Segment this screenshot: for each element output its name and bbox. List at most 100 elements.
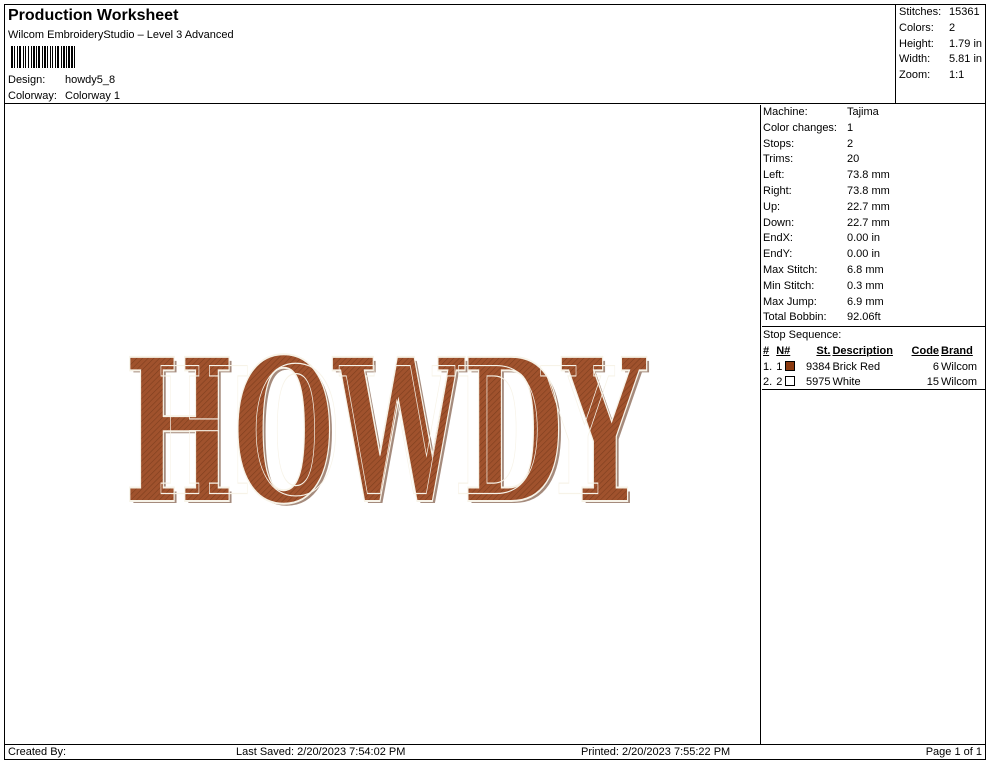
stop-brand: Wilcom [941, 375, 978, 388]
stop-sequence-table: # N# St. Description Code Brand 1. 1 938… [762, 343, 985, 389]
detail-label: Right: [763, 184, 792, 197]
detail-row: Stops: 2 [762, 137, 985, 153]
summary-value: 1.79 in [949, 37, 983, 50]
detail-row: Up: 22.7 mm [762, 200, 985, 216]
detail-label: EndX: [763, 232, 793, 245]
detail-value: 6.9 mm [847, 295, 884, 308]
needle-number: 2 [776, 375, 783, 388]
table-row: 2. 2 5975 White 15 Wilcom [762, 374, 985, 389]
detail-label: Color changes: [763, 121, 837, 134]
colorway-row: Colorway: Colorway 1 [8, 90, 120, 102]
software-name: Wilcom EmbroideryStudio – Level 3 Advanc… [8, 29, 234, 41]
detail-row: Down: 22.7 mm [762, 216, 985, 232]
col-header-brand: Brand [941, 345, 973, 358]
detail-label: Left: [763, 169, 785, 182]
detail-row: Right: 73.8 mm [762, 184, 985, 200]
detail-label: EndY: [763, 248, 793, 261]
detail-row: Total Bobbin: 92.06ft [762, 310, 985, 326]
detail-value: 2 [847, 137, 854, 150]
worksheet-footer: Created By: Last Saved: 2/20/2023 7:54:0… [5, 744, 985, 760]
summary-row: Stitches: 15361 [899, 5, 985, 21]
detail-label: Machine: [763, 106, 808, 118]
stop-description: Brick Red [832, 360, 881, 373]
created-by: Created By: [8, 746, 67, 758]
summary-label: Height: [899, 37, 934, 50]
detail-value: 0.3 mm [847, 279, 884, 292]
detail-label: Total Bobbin: [763, 311, 827, 324]
colorway-label: Colorway: [8, 90, 57, 102]
detail-value: 73.8 mm [847, 169, 890, 182]
barcode-image [11, 46, 135, 68]
design-value: howdy5_8 [65, 74, 116, 86]
needle-number: 1 [776, 360, 783, 373]
detail-label: Trims: [763, 153, 794, 166]
embroidery-design: HOWDY HOWDY HOWDY [123, 315, 650, 549]
col-header-num: # [763, 345, 770, 358]
detail-label: Up: [763, 200, 781, 213]
stop-needle: 2 [775, 374, 800, 389]
summary-label: Stitches: [899, 6, 942, 18]
detail-label: Stops: [763, 137, 795, 150]
col-header-stitches: St. [816, 345, 831, 358]
stop-sequence-title: Stop Sequence: [762, 326, 985, 343]
detail-label: Down: [763, 216, 795, 229]
color-swatch [785, 360, 796, 371]
detail-label: Min Stitch: [763, 279, 815, 292]
summary-panel: Stitches: 15361 Colors: 2 Height: 1.79 in W… [895, 5, 985, 104]
stop-stitches: 9384 [805, 360, 831, 373]
stop-code: 15 [926, 375, 940, 388]
detail-value: 0.00 in [847, 248, 881, 261]
stop-stitches: 5975 [805, 375, 831, 388]
detail-row: Max Stitch: 6.8 mm [762, 263, 985, 279]
summary-row: Width: 5.81 in [899, 52, 985, 68]
detail-value: 22.7 mm [847, 216, 890, 229]
summary-value: 15361 [949, 6, 980, 18]
detail-value: 73.8 mm [847, 184, 890, 197]
detail-row: Trims: 20 [762, 152, 985, 168]
detail-value: 0.00 in [847, 232, 881, 245]
summary-value: 5.81 in [949, 53, 983, 66]
detail-row: Machine: Tajima [762, 105, 985, 121]
table-row: 1. 1 9384 Brick Red 6 Wilcom [762, 359, 985, 374]
page-title: Production Worksheet [8, 7, 179, 24]
detail-row: Color changes: 1 [762, 121, 985, 137]
design-name-row: Design: howdy5_8 [8, 74, 115, 86]
summary-value: 1:1 [949, 69, 965, 82]
detail-label: Max Stitch: [763, 263, 818, 276]
detail-row: Max Jump: 6.9 mm [762, 295, 985, 311]
detail-value: 20 [847, 153, 860, 166]
summary-row: Zoom: 1:1 [899, 68, 985, 84]
summary-row: Colors: 2 [899, 21, 985, 37]
detail-value: 92.06ft [847, 311, 881, 324]
summary-label: Zoom: [899, 69, 931, 82]
detail-row: Min Stitch: 0.3 mm [762, 279, 985, 295]
col-header-code: Code [911, 345, 940, 358]
howdy-text: HOWDY HOWDY HOWDY [123, 315, 650, 549]
summary-value: 2 [949, 21, 956, 34]
howdy-inner-outline: HOWDY [156, 329, 615, 535]
design-label: Design: [8, 74, 46, 86]
col-header-needle: N# [776, 345, 791, 358]
color-swatch [785, 375, 796, 386]
detail-label: Max Jump: [763, 295, 817, 308]
detail-value: Tajima [847, 106, 879, 118]
stop-needle: 1 [775, 359, 800, 374]
design-preview: HOWDY HOWDY HOWDY [5, 105, 761, 744]
detail-row: Left: 73.8 mm [762, 168, 985, 184]
detail-value: 22.7 mm [847, 200, 890, 213]
stop-sequence-header-row: # N# St. Description Code Brand [762, 343, 985, 359]
printed-date: Printed: 2/20/2023 7:55:22 PM [581, 746, 731, 758]
summary-label: Colors: [899, 21, 934, 34]
stop-num: 1. [763, 360, 773, 373]
stop-sequence-table-wrap: # N# St. Description Code Brand 1. 1 938… [762, 343, 985, 391]
page-number: Page 1 of 1 [925, 746, 982, 758]
detail-row: EndY: 0.00 in [762, 247, 985, 263]
stop-num: 2. [763, 375, 773, 388]
stop-brand: Wilcom [941, 360, 978, 373]
worksheet-header: Production Worksheet Wilcom EmbroiderySt… [5, 5, 985, 104]
col-header-description: Description [832, 345, 893, 358]
stop-description: White [832, 375, 861, 388]
colorway-value: Colorway 1 [65, 90, 121, 102]
detail-value: 6.8 mm [847, 263, 884, 276]
stop-code: 6 [932, 360, 940, 373]
